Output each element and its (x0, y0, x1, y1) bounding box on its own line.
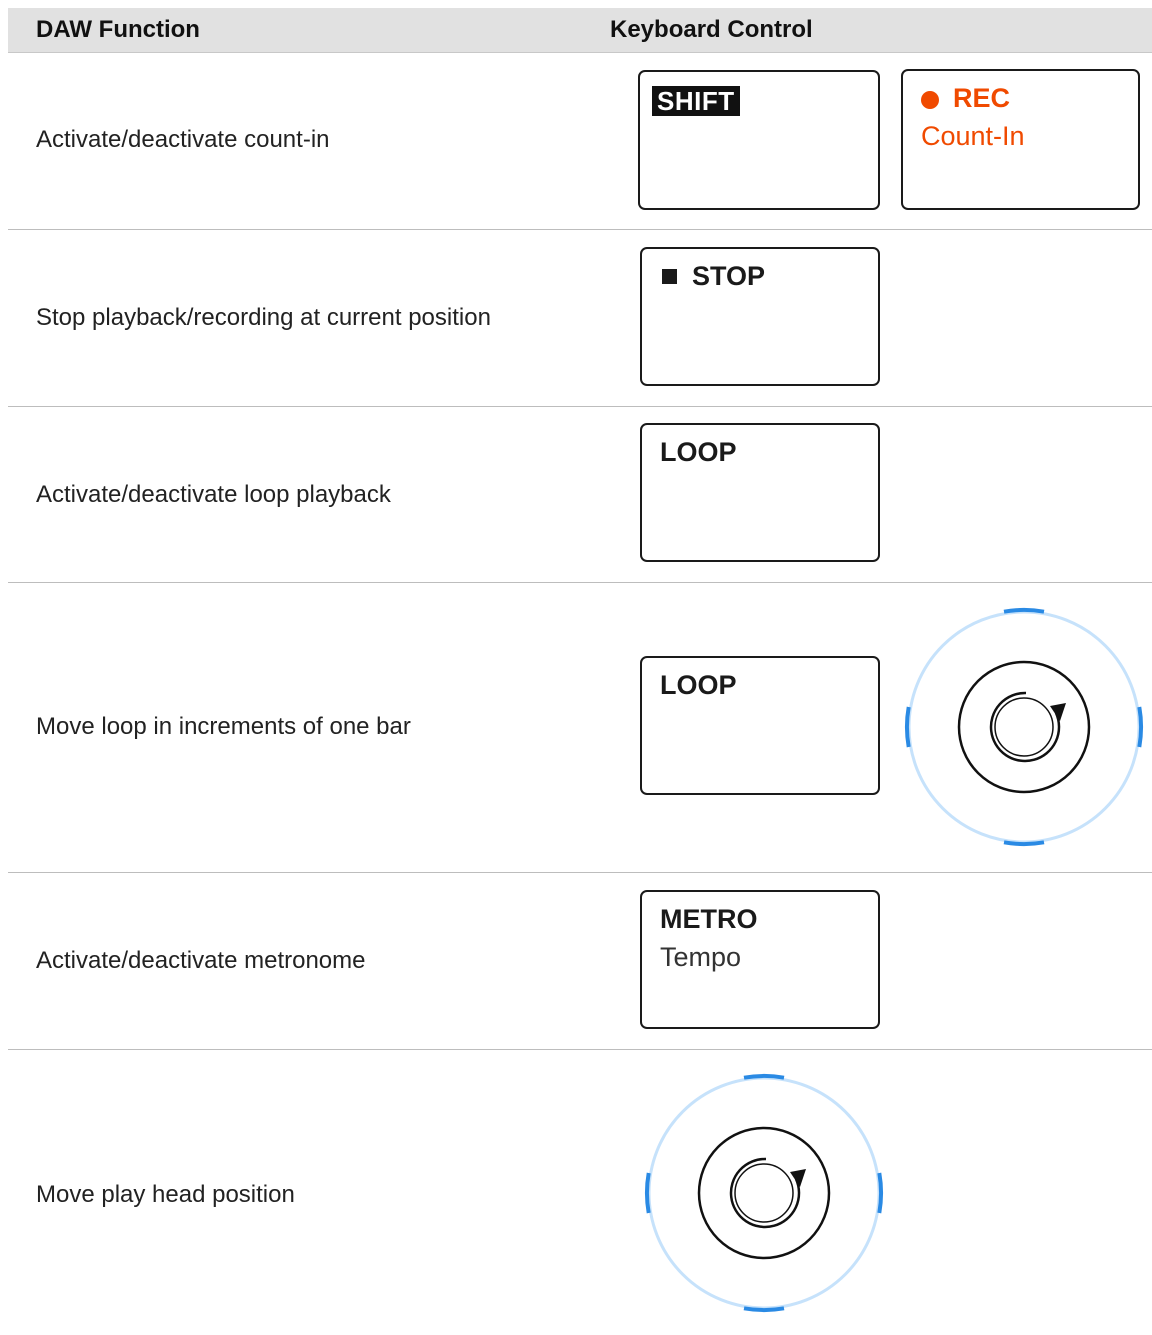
function-label: Activate/deactivate loop playback (36, 481, 391, 508)
stop-key-label: STOP (692, 261, 766, 291)
table-row: Activate/deactivate metronome METRO Temp… (8, 873, 1152, 1050)
four-d-encoder-icon (905, 608, 1143, 846)
table-row: Move loop in increments of one bar LOOP (8, 583, 1152, 873)
header-daw-function: DAW Function (36, 16, 200, 43)
function-label: Activate/deactivate count-in (36, 126, 330, 153)
shift-key-label: SHIFT (652, 86, 740, 116)
four-d-encoder-icon (645, 1074, 883, 1312)
loop-key-label: LOOP (660, 437, 737, 467)
loop-key: LOOP (640, 656, 880, 795)
stop-key: STOP (640, 247, 880, 386)
table-header: DAW Function Keyboard Control (8, 8, 1152, 53)
function-label: Move loop in increments of one bar (36, 713, 411, 740)
table-row: Activate/deactivate loop playback LOOP (8, 407, 1152, 583)
rec-key-sublabel: Count-In (921, 121, 1025, 151)
loop-key: LOOP (640, 423, 880, 562)
metro-key: METRO Tempo (640, 890, 880, 1029)
table-row: Stop playback/recording at current posit… (8, 230, 1152, 407)
rec-key-label: REC (953, 83, 1011, 113)
loop-key-label: LOOP (660, 670, 737, 700)
shift-key: SHIFT (638, 70, 880, 210)
function-label: Stop playback/recording at current posit… (36, 304, 491, 331)
rec-key: REC Count-In (901, 69, 1140, 210)
function-label: Activate/deactivate metronome (36, 947, 366, 974)
metro-key-label: METRO (660, 904, 758, 934)
function-label: Move play head position (36, 1181, 295, 1208)
metro-key-sublabel: Tempo (660, 942, 742, 972)
stop-square-icon (662, 269, 677, 284)
table-row: Move play head position (8, 1050, 1152, 1335)
header-keyboard-control: Keyboard Control (610, 16, 813, 43)
record-dot-icon (921, 91, 939, 109)
table-row: Activate/deactivate count-in SHIFT REC C… (8, 53, 1152, 230)
